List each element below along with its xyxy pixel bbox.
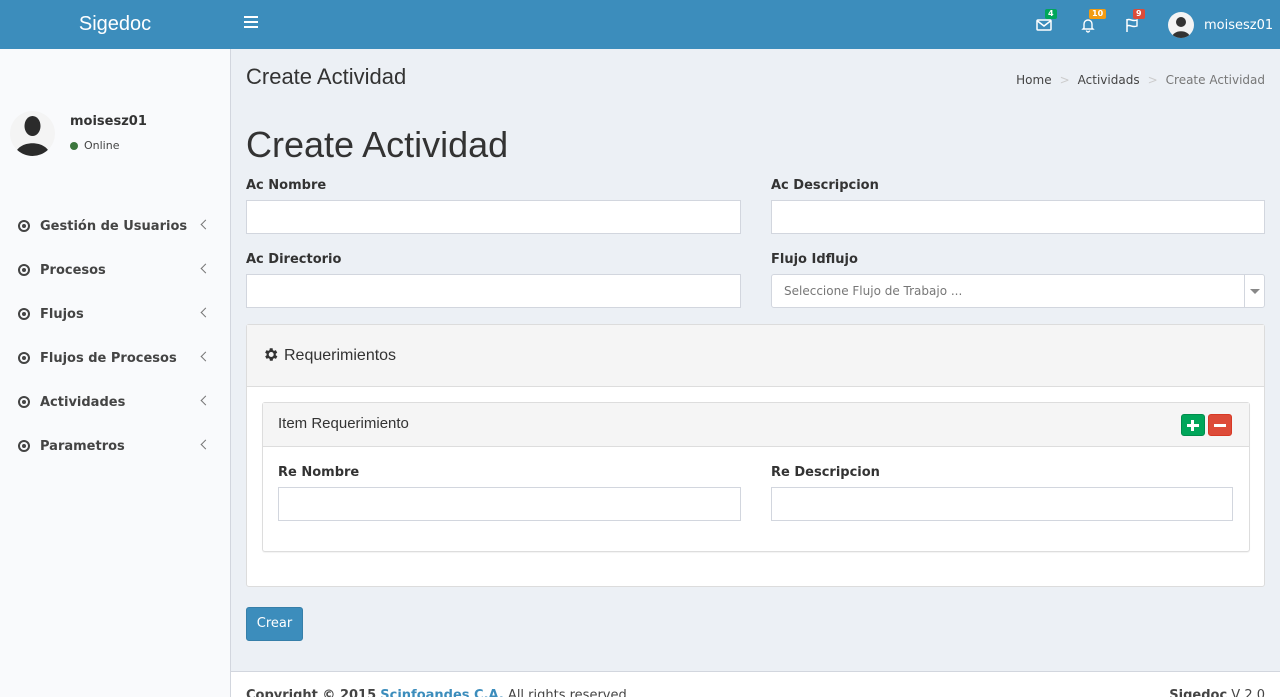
top-navbar: Sigedoc 4 10 9 moisesz01	[0, 0, 1280, 49]
item-requerimiento-header: Item Requerimiento	[263, 403, 1249, 447]
user-menu[interactable]: moisesz01	[1168, 12, 1273, 38]
notifications-button[interactable]: 10	[1076, 9, 1107, 37]
sidebar-item-procesos[interactable]: Procesos	[0, 248, 230, 292]
header-username: moisesz01	[1204, 17, 1274, 33]
footer-copyright: Copyright © 2015 Scinfoandes C.A. All ri…	[246, 688, 631, 697]
tasks-button[interactable]: 9	[1120, 9, 1145, 37]
breadcrumb-current: Create Actividad	[1165, 73, 1265, 87]
add-item-button[interactable]	[1181, 414, 1205, 436]
footer: Copyright © 2015 Scinfoandes C.A. All ri…	[231, 671, 1280, 697]
notifications-badge: 10	[1089, 9, 1107, 19]
chevron-left-icon	[200, 219, 211, 230]
ac-nombre-label: Ac Nombre	[246, 178, 327, 193]
page-title: Create Actividad	[246, 64, 407, 89]
breadcrumb: Home > Actividads > Create Actividad	[1016, 73, 1265, 87]
item-requerimiento-title: Item Requerimiento	[278, 415, 409, 432]
re-nombre-input[interactable]	[278, 487, 741, 521]
requerimientos-title: Requerimientos	[284, 347, 397, 364]
status-label: Online	[84, 139, 120, 152]
form-title: Create Actividad	[246, 124, 509, 165]
version-text: V 2.0	[1231, 688, 1265, 697]
re-nombre-label: Re Nombre	[278, 465, 360, 480]
ac-nombre-input[interactable]	[246, 200, 741, 234]
chevron-left-icon	[200, 439, 211, 450]
sidebar-username: moisesz01	[70, 114, 147, 129]
crear-button[interactable]: Crear	[246, 607, 303, 641]
flujo-idflujo-label: Flujo Idflujo	[771, 252, 858, 267]
breadcrumb-separator: >	[1059, 73, 1070, 87]
online-status: Online	[70, 139, 119, 152]
rights-text: All rights reserved.	[507, 688, 631, 697]
re-descripcion-input[interactable]	[771, 487, 1233, 521]
flag-icon	[1126, 18, 1138, 32]
envelope-icon	[1036, 19, 1052, 31]
breadcrumb-separator: >	[1147, 73, 1158, 87]
remove-item-button[interactable]	[1208, 414, 1232, 436]
re-descripcion-label: Re Descripcion	[771, 465, 880, 480]
sidebar: moisesz01 Online Gestión de Usuarios Pro…	[0, 49, 231, 697]
messages-badge: 4	[1045, 9, 1057, 19]
flujo-select-placeholder: Seleccione Flujo de Trabajo ...	[784, 284, 963, 298]
chevron-left-icon	[200, 351, 211, 362]
sidebar-item-label: Gestión de Usuarios	[40, 218, 188, 234]
item-requerimiento-panel: Item Requerimiento Re Nombre Re Descripc…	[262, 402, 1250, 552]
sidebar-avatar	[10, 111, 55, 156]
app-logo[interactable]: Sigedoc	[0, 0, 230, 49]
circle-dot-icon	[18, 264, 30, 276]
user-avatar	[1168, 12, 1194, 38]
sidebar-item-actividades[interactable]: Actividades	[0, 380, 230, 424]
ac-directorio-input[interactable]	[246, 274, 741, 308]
company-link[interactable]: Scinfoandes C.A.	[380, 688, 504, 697]
sidebar-item-label: Actividades	[40, 394, 126, 410]
sidebar-item-label: Parametros	[40, 438, 125, 454]
sidebar-toggle-icon[interactable]	[244, 16, 258, 30]
ac-directorio-label: Ac Directorio	[246, 252, 342, 267]
tasks-badge: 9	[1133, 9, 1145, 19]
ac-descripcion-input[interactable]	[771, 200, 1265, 234]
messages-button[interactable]: 4	[1032, 9, 1057, 37]
ac-descripcion-label: Ac Descripcion	[771, 178, 879, 193]
sidebar-item-flujos[interactable]: Flujos	[0, 292, 230, 336]
circle-dot-icon	[18, 220, 30, 232]
requerimientos-panel: Requerimientos Item Requerimiento Re Nom…	[246, 324, 1265, 587]
gear-icon	[265, 348, 278, 361]
breadcrumb-home[interactable]: Home	[1016, 73, 1051, 87]
circle-dot-icon	[18, 352, 30, 364]
copyright-text: Copyright © 2015	[246, 688, 377, 697]
circle-dot-icon	[18, 396, 30, 408]
sidebar-item-parametros[interactable]: Parametros	[0, 424, 230, 468]
footer-version: Sigedoc V 2.0	[1169, 688, 1265, 697]
sidebar-item-label: Flujos de Procesos	[40, 350, 177, 366]
circle-dot-icon	[18, 308, 30, 320]
chevron-left-icon	[200, 263, 211, 274]
caret-down-icon[interactable]	[1244, 275, 1264, 307]
sidebar-item-gestion-usuarios[interactable]: Gestión de Usuarios	[0, 204, 230, 248]
breadcrumb-actividads[interactable]: Actividads	[1078, 73, 1140, 87]
sidebar-item-label: Flujos	[40, 306, 84, 322]
requerimientos-header: Requerimientos	[247, 325, 1264, 387]
bell-icon	[1081, 19, 1095, 33]
flujo-select[interactable]: Seleccione Flujo de Trabajo ...	[771, 274, 1265, 308]
circle-dot-icon	[18, 440, 30, 452]
chevron-left-icon	[200, 395, 211, 406]
status-dot-icon	[70, 141, 78, 150]
chevron-left-icon	[200, 307, 211, 318]
sidebar-item-label: Procesos	[40, 262, 106, 278]
product-name: Sigedoc	[1169, 688, 1228, 697]
sidebar-item-flujos-procesos[interactable]: Flujos de Procesos	[0, 336, 230, 380]
sidebar-menu: Gestión de Usuarios Procesos Flujos Fluj…	[0, 204, 230, 468]
